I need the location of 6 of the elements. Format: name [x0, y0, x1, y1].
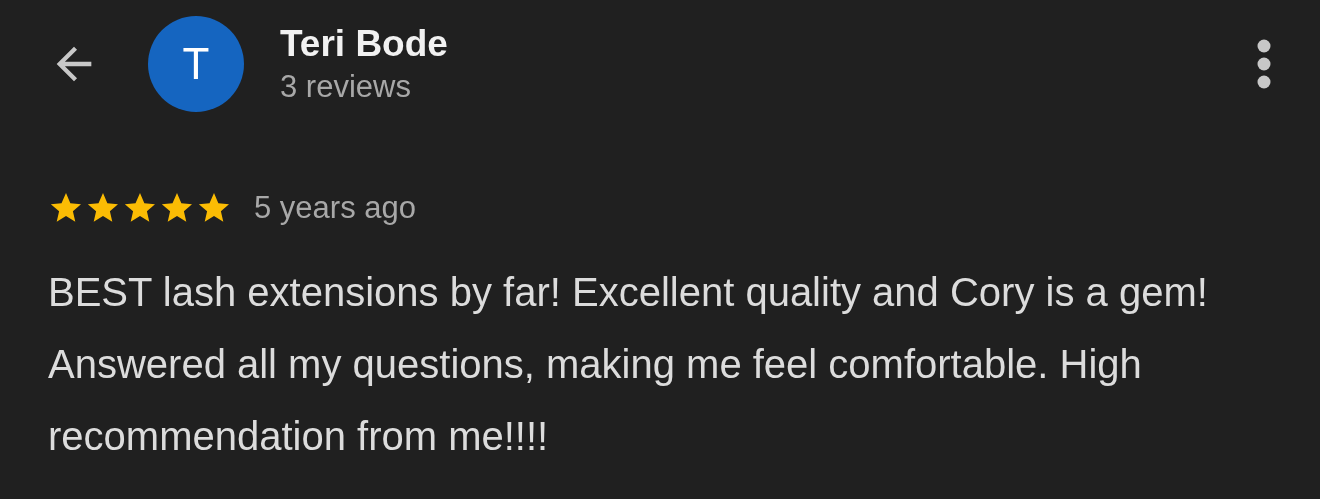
review-text: BEST lash extensions by far! Excellent quality and Cory is a gem! Answered all my questions, making me feel comfortable. High recommendation from me!!!!	[48, 269, 1209, 460]
review-time: 5 years ago	[254, 190, 416, 226]
reviewer-name: Teri Bode	[280, 22, 449, 66]
review-count: 3 reviews	[280, 68, 412, 106]
avatar: T	[148, 16, 244, 112]
more-options-button[interactable]	[1256, 38, 1272, 90]
